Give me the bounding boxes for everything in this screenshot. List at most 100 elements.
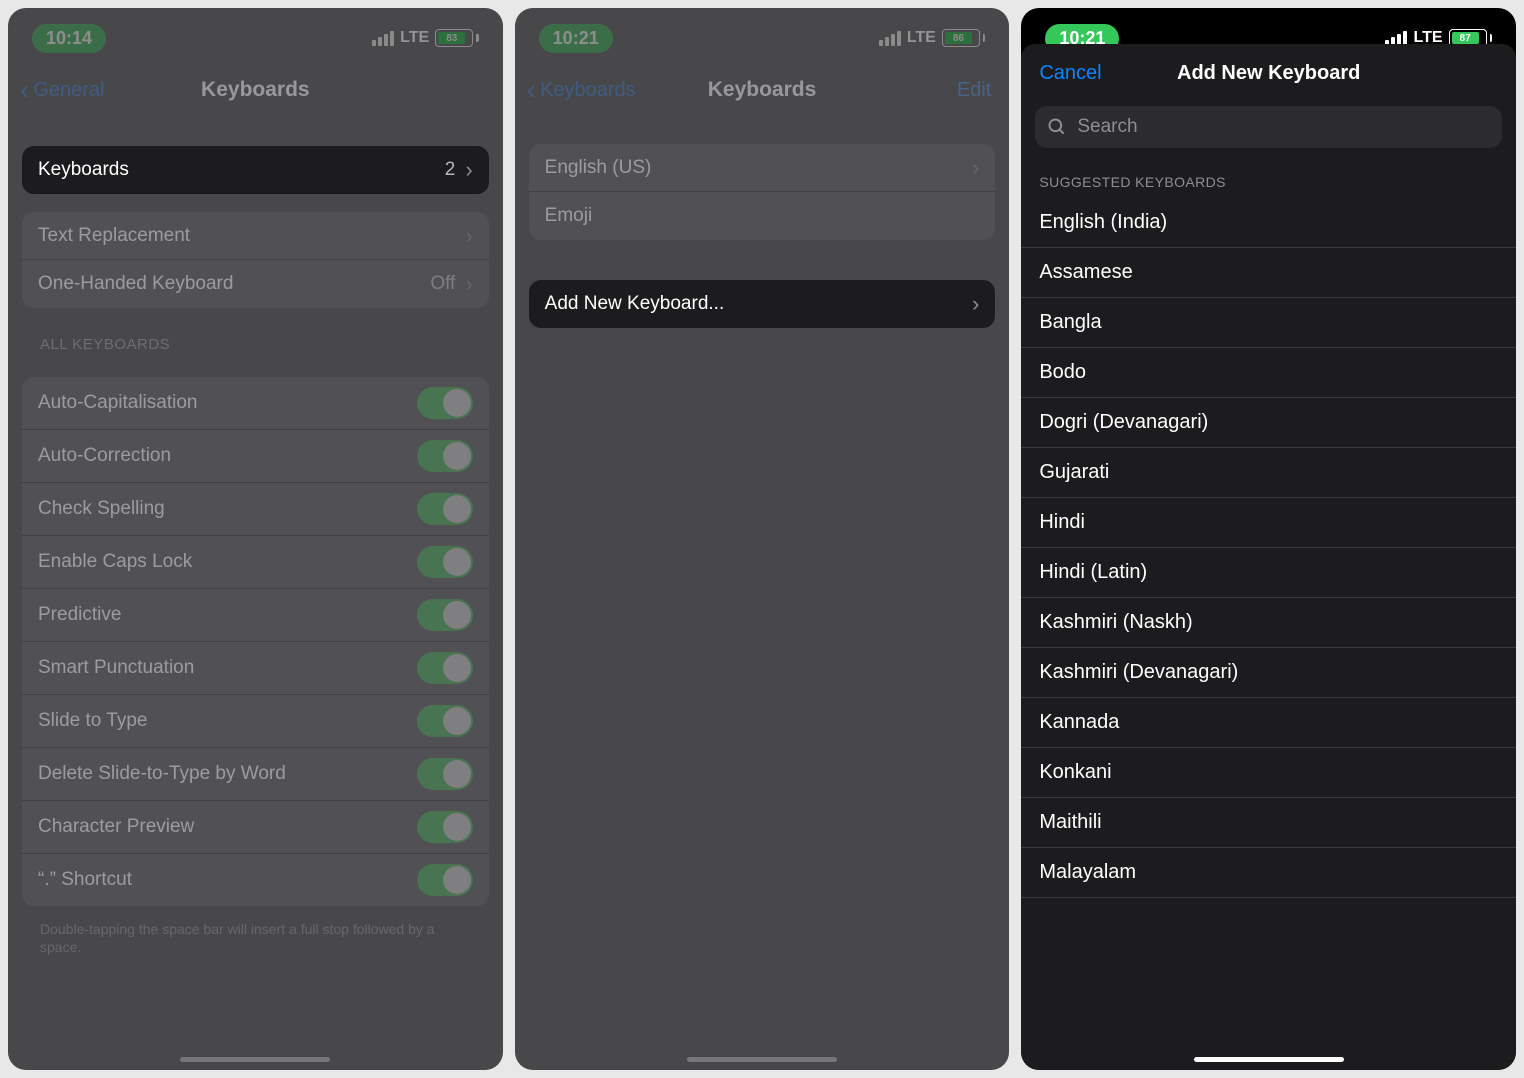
keyboard-option[interactable]: Maithili <box>1021 798 1516 848</box>
cancel-button[interactable]: Cancel <box>1039 62 1101 85</box>
toggle-row: Enable Caps Lock <box>22 536 489 589</box>
back-button[interactable]: ‹ Keyboards <box>527 79 636 102</box>
keyboard-option[interactable]: Kashmiri (Naskh) <box>1021 598 1516 648</box>
keyboard-option[interactable]: Bodo <box>1021 348 1516 398</box>
toggle-label: Check Spelling <box>38 498 165 520</box>
status-bar: 10:14 LTE 83 <box>8 8 503 62</box>
toggle-row: Slide to Type <box>22 695 489 748</box>
keyboard-item[interactable]: English (US) › <box>529 144 996 192</box>
keyboard-option[interactable]: Konkani <box>1021 748 1516 798</box>
toggle-row: Auto-Correction <box>22 430 489 483</box>
page-title: Keyboards <box>201 78 310 102</box>
row-label: English (US) <box>545 157 652 179</box>
keyboard-option[interactable]: Dogri (Devanagari) <box>1021 398 1516 448</box>
battery-icon: 86 <box>942 29 986 47</box>
section-header: ALL KEYBOARDS <box>22 314 489 359</box>
row-label: One-Handed Keyboard <box>38 273 233 295</box>
home-indicator[interactable] <box>687 1057 837 1062</box>
keyboard-item[interactable]: Emoji <box>529 192 996 240</box>
keyboard-option[interactable]: Hindi (Latin) <box>1021 548 1516 598</box>
chevron-right-icon: › <box>972 291 979 317</box>
cellular-label: LTE <box>400 29 429 47</box>
edit-button[interactable]: Edit <box>957 79 991 102</box>
row-label: Add New Keyboard... <box>545 293 725 315</box>
toggle-switch[interactable] <box>417 387 473 419</box>
home-indicator[interactable] <box>180 1057 330 1062</box>
chevron-right-icon: › <box>972 155 979 181</box>
toggle-row: Predictive <box>22 589 489 642</box>
keyboards-label: Keyboards <box>38 159 129 181</box>
cellular-bars-icon <box>879 31 901 46</box>
battery-icon: 83 <box>435 29 479 47</box>
text-replacement-row[interactable]: Text Replacement › <box>22 212 489 260</box>
keyboard-option[interactable]: Hindi <box>1021 498 1516 548</box>
footer-note: Double-tapping the space bar will insert… <box>22 912 489 956</box>
search-icon <box>1047 117 1067 137</box>
keyboard-option[interactable]: Assamese <box>1021 248 1516 298</box>
toggle-switch[interactable] <box>417 705 473 737</box>
toggle-row: Auto-Capitalisation <box>22 377 489 430</box>
screen-keyboards-settings: 10:14 LTE 83 ‹ General Keyboards Keyboar… <box>8 8 503 1070</box>
one-handed-keyboard-row[interactable]: One-Handed Keyboard Off › <box>22 260 489 308</box>
modal-title: Add New Keyboard <box>1177 62 1360 85</box>
row-label: Text Replacement <box>38 225 190 247</box>
row-value: Off <box>430 273 455 295</box>
search-placeholder: Search <box>1077 116 1137 138</box>
keyboard-option[interactable]: Kashmiri (Devanagari) <box>1021 648 1516 698</box>
row-label: Emoji <box>545 205 593 227</box>
back-label: General <box>33 79 104 102</box>
add-keyboard-modal: Cancel Add New Keyboard Search SUGGESTED… <box>1021 44 1516 1070</box>
toggle-row: Smart Punctuation <box>22 642 489 695</box>
cellular-label: LTE <box>907 29 936 47</box>
toggle-label: Predictive <box>38 604 121 626</box>
screen-add-keyboard-modal: 10:21 LTE 87 Cancel Add New Keyboard Sea… <box>1021 8 1516 1070</box>
chevron-right-icon: › <box>465 157 472 183</box>
back-label: Keyboards <box>540 79 636 102</box>
toggle-row: Delete Slide-to-Type by Word <box>22 748 489 801</box>
keyboard-option[interactable]: Gujarati <box>1021 448 1516 498</box>
toggle-switch[interactable] <box>417 864 473 896</box>
toggle-label: Slide to Type <box>38 710 148 732</box>
toggle-label: Smart Punctuation <box>38 657 194 679</box>
toggle-row: Character Preview <box>22 801 489 854</box>
toggle-switch[interactable] <box>417 546 473 578</box>
cellular-bars-icon <box>372 31 394 46</box>
toggle-switch[interactable] <box>417 652 473 684</box>
toggle-switch[interactable] <box>417 493 473 525</box>
add-new-keyboard-button[interactable]: Add New Keyboard... › <box>529 280 996 328</box>
section-header: SUGGESTED KEYBOARDS <box>1021 158 1516 198</box>
keyboard-option[interactable]: Kannada <box>1021 698 1516 748</box>
chevron-right-icon: › <box>465 271 472 297</box>
toggle-row: Check Spelling <box>22 483 489 536</box>
keyboard-option[interactable]: Malayalam <box>1021 848 1516 898</box>
status-time: 10:21 <box>539 24 613 53</box>
toggle-label: Auto-Correction <box>38 445 171 467</box>
toggle-label: Character Preview <box>38 816 194 838</box>
keyboard-option[interactable]: Bangla <box>1021 298 1516 348</box>
toggle-switch[interactable] <box>417 440 473 472</box>
toggle-row: “.” Shortcut <box>22 854 489 906</box>
modal-header: Cancel Add New Keyboard <box>1021 44 1516 102</box>
keyboards-row[interactable]: Keyboards 2 › <box>22 146 489 194</box>
keyboards-list-group: English (US) › Emoji <box>529 144 996 240</box>
page-title: Keyboards <box>708 78 817 102</box>
toggles-group: Auto-Capitalisation Auto-Correction Chec… <box>22 377 489 906</box>
keyboards-count: 2 <box>445 159 456 181</box>
status-bar: 10:21 LTE 86 <box>515 8 1010 62</box>
toggle-label: Delete Slide-to-Type by Word <box>38 763 286 785</box>
toggle-label: Enable Caps Lock <box>38 551 192 573</box>
nav-bar: ‹ Keyboards Keyboards Edit <box>515 62 1010 118</box>
back-button[interactable]: ‹ General <box>20 79 104 102</box>
search-input[interactable]: Search <box>1035 106 1502 148</box>
toggle-switch[interactable] <box>417 811 473 843</box>
keyboard-option[interactable]: English (India) <box>1021 198 1516 248</box>
status-time: 10:14 <box>32 24 106 53</box>
home-indicator[interactable] <box>1194 1057 1344 1062</box>
screen-keyboards-list: 10:21 LTE 86 ‹ Keyboards Keyboards Edit … <box>515 8 1010 1070</box>
toggle-switch[interactable] <box>417 599 473 631</box>
toggle-switch[interactable] <box>417 758 473 790</box>
chevron-right-icon: › <box>465 223 472 249</box>
nav-bar: ‹ General Keyboards <box>8 62 503 118</box>
toggle-label: Auto-Capitalisation <box>38 392 197 414</box>
toggle-label: “.” Shortcut <box>38 869 132 891</box>
